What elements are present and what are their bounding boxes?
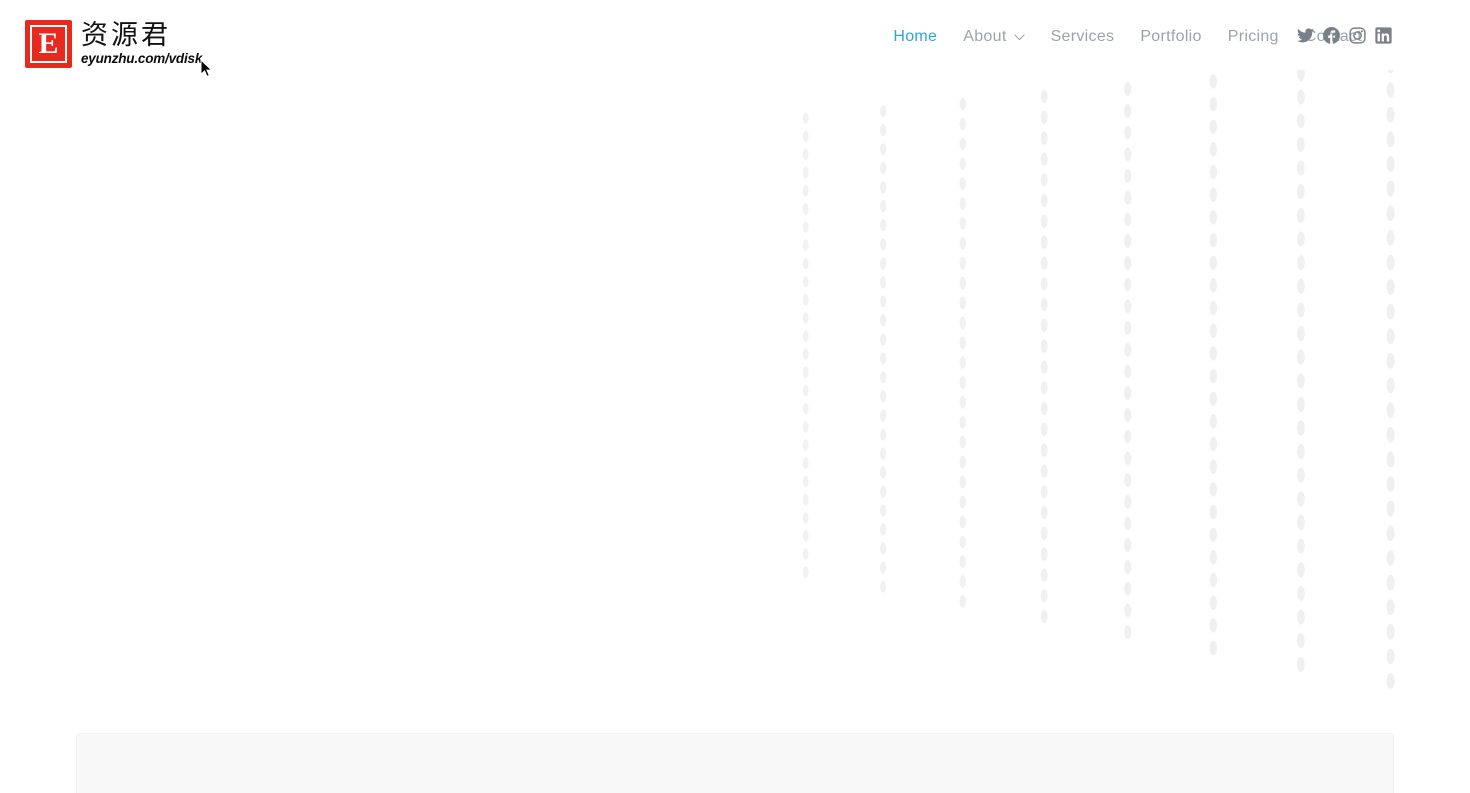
nav-item-home[interactable]: Home	[880, 26, 950, 47]
linkedin-icon[interactable]	[1374, 26, 1392, 44]
site-header: E 资源君 eyunzhu.com/vdisk Home About Servi…	[0, 0, 1470, 90]
lower-section-panel	[76, 733, 1394, 793]
nav-item-pricing[interactable]: Pricing	[1215, 26, 1292, 47]
facebook-icon[interactable]	[1322, 26, 1340, 44]
nav-item-services[interactable]: Services	[1038, 26, 1128, 47]
nav-item-portfolio-label: Portfolio	[1140, 27, 1202, 45]
twitter-icon[interactable]	[1296, 26, 1314, 44]
hero-dot-pattern	[0, 70, 1470, 695]
brand-mark-letter: E	[38, 26, 59, 60]
nav-item-pricing-label: Pricing	[1227, 27, 1279, 45]
brand-url: eyunzhu.com/vdisk	[81, 51, 203, 66]
brand-name-cn: 资源君	[81, 20, 171, 50]
social-links	[1296, 26, 1392, 44]
instagram-icon[interactable]	[1348, 26, 1366, 44]
brand-mark-icon: E	[25, 20, 72, 68]
brand-logo[interactable]: E 资源君 eyunzhu.com/vdisk	[25, 20, 202, 68]
nav-item-about-label: About	[963, 27, 1007, 45]
nav-item-portfolio[interactable]: Portfolio	[1127, 26, 1214, 47]
nav-item-about[interactable]: About	[950, 25, 1037, 47]
chevron-down-icon	[1014, 26, 1025, 47]
nav-item-home-label: Home	[893, 27, 938, 45]
brand-text: 资源君 eyunzhu.com/vdisk	[81, 20, 202, 66]
nav-item-services-label: Services	[1050, 27, 1115, 45]
